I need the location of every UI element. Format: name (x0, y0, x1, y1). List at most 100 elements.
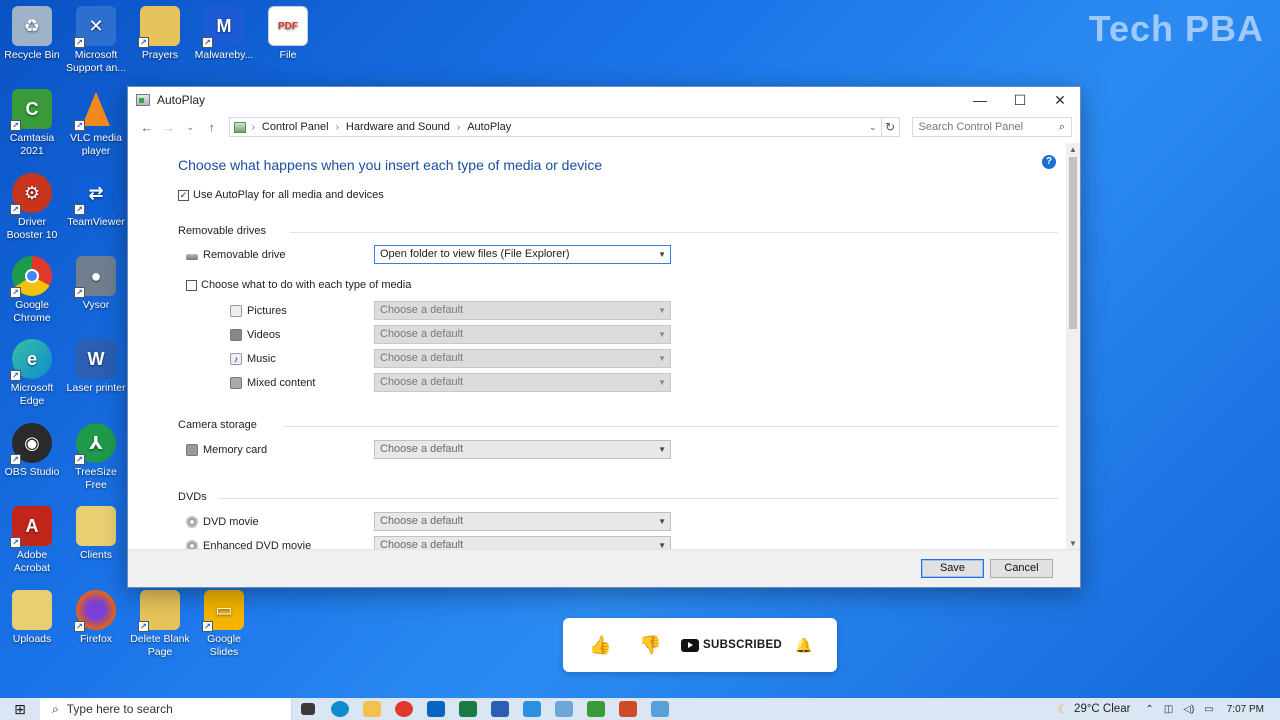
search-input[interactable] (918, 121, 1053, 133)
breadcrumb-separator-icon[interactable]: › (336, 122, 339, 133)
desktop-icon-label: File (279, 49, 297, 61)
address-dropdown-icon[interactable]: ⌄ (865, 122, 881, 133)
network-icon[interactable]: ◫ (1164, 704, 1173, 715)
desktop-icon-camtasia[interactable]: C ↗ Camtasia 2021 (1, 89, 63, 158)
paint-icon[interactable] (548, 698, 580, 720)
select-value: Choose a default (380, 328, 464, 340)
desktop-icon-driver-booster[interactable]: ⚙ ↗ Driver Booster 10 (1, 173, 63, 242)
chevron-down-icon[interactable]: ▼ (658, 513, 666, 530)
camtasia-icon[interactable] (580, 698, 612, 720)
chevron-down-icon[interactable]: ▼ (658, 246, 666, 263)
desktop-icon-chrome[interactable]: ↗ Google Chrome (1, 256, 63, 325)
recycle-bin-icon: ♻ (12, 6, 52, 46)
desktop-icon-edge[interactable]: e ↗ Microsoft Edge (1, 339, 63, 408)
desktop-icon-google-slides[interactable]: ▭ ↗ Google Slides (193, 590, 255, 659)
each-media-type-checkbox-row[interactable]: Choose what to do with each type of medi… (186, 279, 411, 291)
use-autoplay-checkbox-row[interactable]: ✓ Use AutoPlay for all media and devices (178, 189, 384, 201)
desktop-icon-teamviewer[interactable]: ⇄ ↗ TeamViewer (65, 173, 127, 229)
store-icon[interactable] (516, 698, 548, 720)
breadcrumb-separator-icon[interactable]: › (252, 122, 255, 133)
removable-drive-select[interactable]: Open folder to view files (File Explorer… (374, 245, 671, 264)
scroll-up-arrow-icon[interactable]: ▲ (1066, 143, 1080, 157)
use-autoplay-checkbox[interactable]: ✓ (178, 189, 189, 201)
clock[interactable]: 7:07 PM (1227, 704, 1264, 715)
scrollbar-thumb[interactable] (1069, 157, 1077, 329)
desktop-icon-prayers[interactable]: ↗ Prayers (129, 6, 191, 62)
desktop-icon-laser-printer[interactable]: W Laser printer (65, 339, 127, 395)
desktop-icon-obs[interactable]: ◉ ↗ OBS Studio (1, 423, 63, 479)
music-select[interactable]: Choose a default ▼ (374, 349, 671, 368)
title-bar[interactable]: AutoPlay — ☐ ✕ (128, 87, 1080, 113)
outlook-icon[interactable] (420, 698, 452, 720)
breadcrumb-separator-icon[interactable]: › (457, 122, 460, 133)
save-button[interactable]: Save (921, 559, 984, 578)
control-panel-icon[interactable] (644, 698, 676, 720)
up-arrow-icon[interactable]: ↑ (201, 120, 223, 135)
desktop-icon-recycle-bin[interactable]: ♻ Recycle Bin (1, 6, 63, 62)
weather-label[interactable]: 29°C Clear (1074, 703, 1130, 715)
dvd-movie-select[interactable]: Choose a default ▼ (374, 512, 671, 531)
videos-select[interactable]: Choose a default ▼ (374, 325, 671, 344)
back-arrow-icon[interactable]: ← (136, 120, 158, 135)
memory-card-select[interactable]: Choose a default ▼ (374, 440, 671, 459)
file-explorer-icon[interactable] (356, 698, 388, 720)
page-title: Choose what happens when you insert each… (178, 157, 603, 173)
refresh-icon[interactable]: ↻ (881, 117, 900, 137)
excel-icon[interactable] (452, 698, 484, 720)
desktop-icon-microsoft-support[interactable]: ✕ ↗ Microsoft Support an... (65, 6, 127, 75)
bell-icon[interactable]: 🔔 (795, 637, 812, 654)
desktop-icon-label: TeamViewer (67, 216, 125, 228)
chevron-up-icon[interactable]: ⌃ (1145, 704, 1153, 715)
breadcrumb[interactable]: › Control Panel › Hardware and Sound › A… (228, 117, 882, 137)
thumbs-up-icon[interactable]: 👍 (589, 635, 639, 656)
memory-card-icon (186, 444, 198, 456)
battery-icon[interactable]: ▭ (1204, 704, 1213, 715)
forward-arrow-icon[interactable]: → (158, 120, 180, 135)
desktop-icon-file[interactable]: PDF File (257, 6, 319, 62)
system-tray: ☾ 29°C Clear ⌃ ◫ ◁) ▭ 7:07 PM (1058, 698, 1280, 720)
chevron-down-icon: ▼ (658, 354, 666, 363)
chevron-down-icon[interactable]: ▼ (658, 441, 666, 458)
desktop-icon-uploads[interactable]: Uploads (1, 590, 63, 646)
weather-moon-icon: ☾ (1057, 704, 1069, 716)
desktop-icon-label: OBS Studio (4, 466, 60, 478)
windows-start-icon[interactable]: ⊞ (0, 701, 40, 718)
word-doc-icon: W (76, 339, 116, 379)
desktop-icon-firefox[interactable]: ↗ Firefox (65, 590, 127, 646)
chrome-icon[interactable] (388, 698, 420, 720)
maximize-button[interactable]: ☐ (1000, 87, 1040, 113)
subscribed-label[interactable]: SUBSCRIBED (703, 639, 795, 651)
powerpoint-icon[interactable] (612, 698, 644, 720)
vertical-scrollbar[interactable]: ▲ ▼ (1066, 143, 1080, 551)
desktop-icon-delete-blank-page[interactable]: ↗ Delete Blank Page (129, 590, 191, 659)
desktop-icon-vysor[interactable]: ● ↗ Vysor (65, 256, 127, 312)
taskbar-search[interactable]: ⌕ Type here to search (40, 698, 292, 720)
search-box[interactable]: ⌕ (911, 117, 1072, 137)
minimize-button[interactable]: — (960, 87, 1000, 113)
recent-locations-chevron-icon[interactable]: ⌄ (179, 122, 201, 133)
each-media-type-checkbox[interactable] (186, 279, 197, 291)
word-icon[interactable] (484, 698, 516, 720)
breadcrumb-control-panel[interactable]: Control Panel (262, 121, 329, 133)
folder-icon (76, 506, 116, 546)
autoplay-window: AutoPlay — ☐ ✕ ← → ⌄ ↑ › Control Panel ›… (127, 86, 1081, 588)
desktop-icon-acrobat[interactable]: A ↗ Adobe Acrobat (1, 506, 63, 575)
teamviewer-icon: ⇄ ↗ (74, 173, 116, 215)
edge-icon[interactable] (324, 698, 356, 720)
close-button[interactable]: ✕ (1040, 87, 1080, 113)
desktop-icon-malwarebytes[interactable]: M ↗ Malwareby... (193, 6, 255, 62)
search-icon[interactable]: ⌕ (1053, 121, 1071, 134)
mixed-content-select[interactable]: Choose a default ▼ (374, 373, 671, 392)
breadcrumb-hardware-and-sound[interactable]: Hardware and Sound (346, 121, 450, 133)
help-icon[interactable]: ? (1042, 155, 1056, 169)
desktop-icon-treesize[interactable]: ⅄ ↗ TreeSize Free (65, 423, 127, 492)
breadcrumb-autoplay[interactable]: AutoPlay (467, 121, 511, 133)
task-view-icon[interactable] (292, 698, 324, 720)
cancel-button[interactable]: Cancel (990, 559, 1053, 578)
volume-icon[interactable]: ◁) (1183, 704, 1194, 715)
control-panel-icon (136, 94, 150, 106)
desktop-icon-clients[interactable]: Clients (65, 506, 127, 562)
desktop-icon-vlc[interactable]: ↗ VLC media player (65, 89, 127, 158)
thumbs-down-icon[interactable]: 👎 (639, 635, 681, 656)
pictures-select[interactable]: Choose a default ▼ (374, 301, 671, 320)
